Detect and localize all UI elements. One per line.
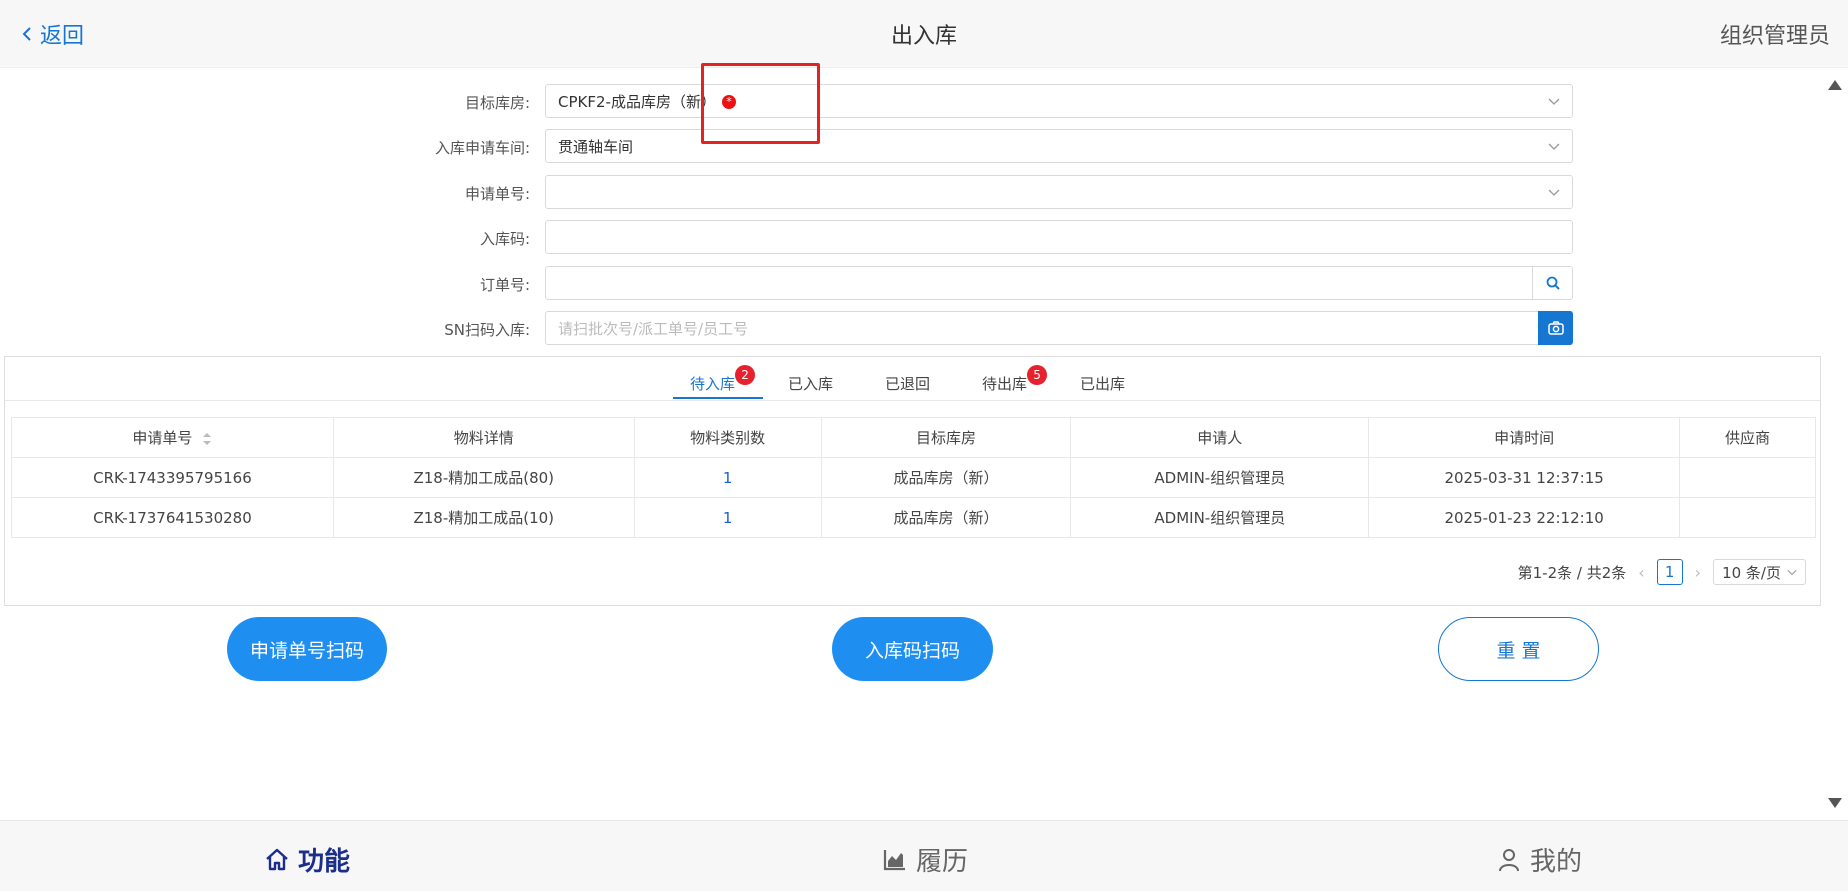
scroll-up-arrow[interactable] — [1828, 80, 1842, 90]
order-no-label: 订单号: — [479, 276, 530, 294]
tab-returned[interactable]: 已退回 — [885, 373, 930, 394]
sort-icon[interactable] — [202, 432, 212, 446]
active-tab-indicator — [673, 397, 763, 399]
user-icon — [1499, 848, 1519, 871]
apply-time-cell: 2025-01-23 22:12:10 — [1368, 497, 1681, 538]
annotation-highlight-box — [701, 63, 820, 144]
records-table: 申请单号 物料详情 物料类别数 目标库房 申请人 申请时间 供应商 CRK-17… — [11, 417, 1816, 538]
inbound-code-row: 入库码: — [0, 220, 1600, 254]
supplier-cell — [1680, 458, 1816, 498]
target-warehouse-label: 目标库房: — [464, 94, 530, 112]
chevron-down-icon — [1548, 189, 1560, 196]
sn-scan-input[interactable]: 请扫批次号/派工单号/员工号 — [545, 311, 1573, 345]
column-header: 物料详情 — [333, 417, 635, 458]
tab-outbound-done[interactable]: 已出库 — [1080, 373, 1125, 394]
nav-label: 履历 — [916, 847, 969, 877]
page-size-select[interactable]: 10 条/页 — [1713, 559, 1806, 585]
inbound-code-scan-button[interactable]: 入库码扫码 — [832, 617, 993, 681]
inbound-code-input[interactable] — [545, 220, 1573, 254]
nav-mine[interactable]: 我的 — [1496, 841, 1582, 878]
apply-no-cell: CRK-1737641530280 — [11, 497, 334, 538]
order-no-row: 订单号: — [0, 266, 1600, 300]
tab-label: 已退回 — [885, 375, 931, 393]
target-warehouse-value: CPKF2-成品库房（新） — [558, 92, 716, 111]
tab-label: 待入库 — [690, 375, 736, 393]
column-header[interactable]: 申请单号 — [11, 417, 334, 458]
tab-label: 待出库 — [982, 375, 1028, 393]
column-header: 申请人 — [1070, 417, 1370, 458]
reset-button[interactable]: 重 置 — [1438, 617, 1599, 681]
bottom-navigation: 功能 履历 我的 — [0, 820, 1848, 891]
nav-history[interactable]: 履历 — [882, 841, 968, 878]
next-page-button[interactable]: › — [1695, 563, 1701, 582]
order-search-button[interactable] — [1532, 266, 1572, 300]
column-header: 申请时间 — [1368, 417, 1681, 458]
pagination-summary: 第1-2条 / 共2条 — [1517, 563, 1627, 582]
apply-no-label: 申请单号: — [464, 185, 530, 203]
search-icon — [1546, 276, 1560, 290]
column-header: 目标库房 — [821, 417, 1072, 458]
nav-label: 功能 — [298, 847, 351, 877]
workshop-select[interactable]: 贯通轴车间 — [545, 129, 1573, 163]
sn-scan-label: SN扫码入库: — [444, 321, 530, 339]
chevron-down-icon — [1548, 98, 1560, 105]
camera-icon — [1547, 321, 1564, 335]
count-badge: 5 — [1027, 365, 1048, 385]
tab-pending-outbound[interactable]: 待出库 5 — [982, 365, 1048, 394]
sn-scan-placeholder: 请扫批次号/派工单号/员工号 — [558, 319, 749, 338]
table-row[interactable]: CRK-1737641530280 Z18-精加工成品(10) 1 成品库房（新… — [11, 497, 1816, 538]
applicant-cell: ADMIN-组织管理员 — [1070, 457, 1370, 498]
tab-pending-inbound[interactable]: 待入库 2 — [690, 365, 756, 394]
inbound-code-label: 入库码: — [479, 230, 530, 248]
material-detail-cell: Z18-精加工成品(10) — [333, 497, 635, 538]
chevron-down-icon — [1787, 569, 1797, 576]
chart-icon — [883, 849, 905, 870]
top-bar: 返回 出入库 组织管理员 — [0, 0, 1848, 68]
tab-label: 已入库 — [788, 375, 834, 393]
material-count-link[interactable]: 1 — [634, 457, 822, 498]
column-header: 物料类别数 — [634, 417, 822, 458]
apply-no-row: 申请单号: — [0, 175, 1600, 209]
page-size-value: 10 条/页 — [1722, 563, 1781, 582]
target-warehouse-cell: 成品库房（新） — [821, 457, 1072, 498]
material-detail-cell: Z18-精加工成品(80) — [333, 457, 635, 498]
page-number-button[interactable]: 1 — [1656, 559, 1683, 585]
material-count-link[interactable]: 1 — [634, 497, 822, 538]
apply-no-select[interactable] — [545, 175, 1573, 209]
pagination: 第1-2条 / 共2条 ‹ 1 › 10 条/页 — [1518, 559, 1806, 585]
tab-label: 已出库 — [1080, 375, 1126, 393]
table-row[interactable]: CRK-1743395795166 Z18-精加工成品(80) 1 成品库房（新… — [11, 457, 1816, 498]
target-warehouse-cell: 成品库房（新） — [821, 497, 1072, 538]
nav-function[interactable]: 功能 — [264, 841, 350, 878]
order-no-input[interactable] — [545, 266, 1573, 300]
table-header-row: 申请单号 物料详情 物料类别数 目标库房 申请人 申请时间 供应商 — [11, 417, 1816, 458]
count-badge: 2 — [735, 365, 756, 385]
apply-no-scan-button[interactable]: 申请单号扫码 — [227, 617, 387, 681]
target-warehouse-select[interactable]: CPKF2-成品库房（新） * — [545, 84, 1573, 118]
nav-label: 我的 — [1530, 847, 1583, 877]
page-title: 出入库 — [890, 24, 957, 49]
chevron-down-icon — [1548, 143, 1560, 150]
sn-scan-row: SN扫码入库: 请扫批次号/派工单号/员工号 — [0, 311, 1600, 345]
home-icon — [266, 848, 288, 870]
applicant-cell: ADMIN-组织管理员 — [1070, 497, 1370, 538]
workshop-label: 入库申请车间: — [434, 139, 530, 157]
apply-no-cell: CRK-1743395795166 — [11, 457, 334, 498]
records-panel: 待入库 2 已入库 已退回 待出库 5 已出库 申请单号 物料详情 物料类别数 … — [4, 356, 1821, 606]
column-header: 供应商 — [1725, 429, 1771, 447]
scroll-down-arrow[interactable] — [1828, 798, 1842, 808]
tab-inbound-done[interactable]: 已入库 — [788, 373, 833, 394]
prev-page-button[interactable]: ‹ — [1638, 563, 1644, 582]
supplier-cell — [1680, 498, 1816, 538]
status-tabs: 待入库 2 已入库 已退回 待出库 5 已出库 — [5, 357, 1820, 401]
camera-scan-button[interactable] — [1538, 311, 1573, 345]
user-role[interactable]: 组织管理员 — [1720, 18, 1830, 50]
apply-time-cell: 2025-03-31 12:37:15 — [1368, 457, 1681, 498]
